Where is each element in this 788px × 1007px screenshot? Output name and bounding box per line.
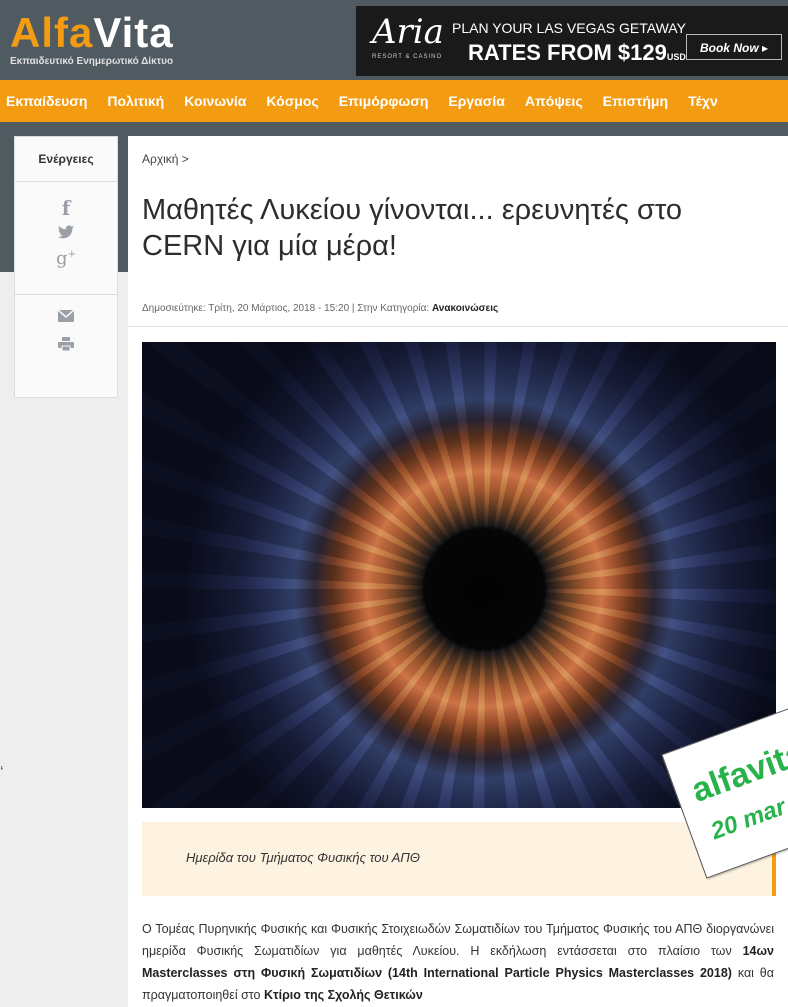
nav-item-world[interactable]: Κόσμος [256,80,328,122]
site-tagline: Εκπαιδευτικό Ενημερωτικό Δίκτυο [10,56,174,67]
body-bold-2: Κτίριο της Σχολής Θετικών [264,988,423,1002]
ad-brand-logo: Aria [372,12,444,52]
article-title: Μαθητές Λυκείου γίνονται... ερευνητές στ… [142,194,683,262]
ad-rates-currency: USD [666,52,686,62]
edge-mark: ‘ [0,764,4,781]
facebook-icon[interactable]: f [15,196,117,222]
actions-sidebar: Ενέργειες f g+ [14,136,118,398]
site-header: AlfaVita Εκπαιδευτικό Ενημερωτικό Δίκτυο… [0,0,788,80]
nav-item-training[interactable]: Επιμόρφωση [329,80,439,122]
ad-brand-subtitle: RESORT & CASINO [372,54,443,60]
ad-rates: RATES FROM $129USD [468,40,686,66]
nav-item-work[interactable]: Εργασία [438,80,514,122]
print-icon[interactable] [15,337,117,365]
nav-item-arts[interactable]: Τέχν [678,80,728,122]
mail-icon[interactable] [15,309,117,337]
ad-banner[interactable]: Aria RESORT & CASINO PLAN YOUR LAS VEGAS… [356,6,788,76]
nav-item-education[interactable]: Εκπαίδευση [0,80,97,122]
ad-book-now-button[interactable]: Book Now ▸ [686,34,782,60]
nav-item-science[interactable]: Επιστήμη [593,80,678,122]
nav-item-society[interactable]: Κοινωνία [174,80,256,122]
breadcrumb[interactable]: Αρχική > [142,152,189,166]
logo-alfa-text: Alfa [10,9,94,56]
sidebar-title: Ενέργειες [15,137,117,182]
google-plus-icon[interactable]: g+ [15,248,117,274]
ad-headline: PLAN YOUR LAS VEGAS GETAWAY [452,20,686,36]
nav-item-opinions[interactable]: Απόψεις [515,80,593,122]
nav-item-politics[interactable]: Πολιτική [97,80,174,122]
logo-wordmark: AlfaVita [10,10,174,56]
site-logo[interactable]: AlfaVita Εκπαιδευτικό Ενημερωτικό Δίκτυο [10,10,350,72]
article-category-link[interactable]: Ανακοινώσεις [432,303,498,314]
main-nav: Εκπαίδευση Πολιτική Κοινωνία Κόσμος Επιμόρφω… [0,80,788,122]
image-caption-box: Ημερίδα του Τμήματος Φυσικής του ΑΠΘ [142,822,776,896]
article-date: Δημοσιεύτηκε: Τρίτη, 20 Μάρτιος, 2018 - … [142,303,430,314]
image-caption: Ημερίδα του Τμήματος Φυσικής του ΑΠΘ [186,850,420,865]
article-body: Ο Τομέας Πυρηνικής Φυσικής και Φυσικής Σ… [142,918,774,1006]
article: Αρχική > Μαθητές Λυκείου γίνονται... ερε… [128,136,788,1007]
ad-rates-text: RATES FROM $129 [468,40,667,65]
twitter-icon[interactable] [15,222,117,248]
meta-divider [128,326,788,327]
body-text-1: Ο Τομέας Πυρηνικής Φυσικής και Φυσικής Σ… [142,922,774,958]
logo-vita-text: Vita [93,9,174,56]
sidebar-divider [15,294,117,295]
hero-image-detail [142,342,776,808]
article-hero-image [142,342,776,808]
article-meta: Δημοσιεύτηκε: Τρίτη, 20 Μάρτιος, 2018 - … [142,303,498,314]
